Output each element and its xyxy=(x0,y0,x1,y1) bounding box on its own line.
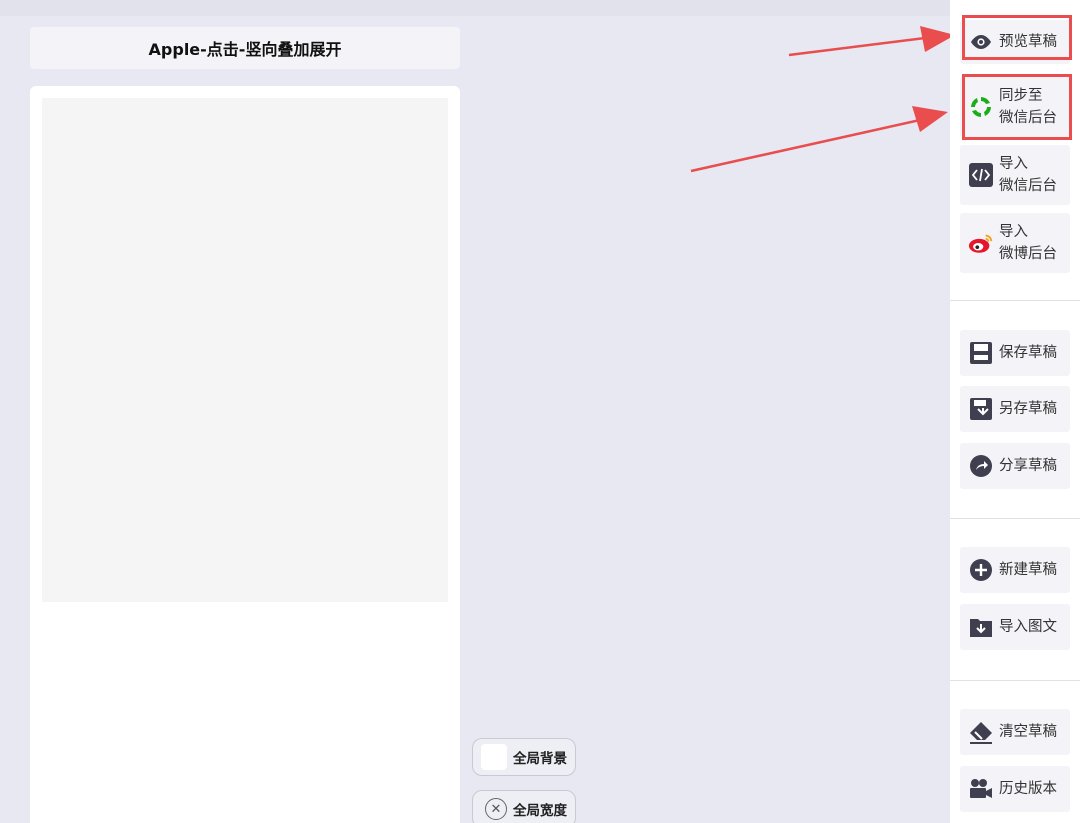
arrowhead-sync xyxy=(912,106,948,132)
save-as-draft-label: 另存草稿 xyxy=(999,401,1057,417)
import-wechat-line2: 微信后台 xyxy=(999,178,1057,194)
new-draft-button[interactable]: 新建草稿 xyxy=(960,547,1070,593)
highlight-box-preview xyxy=(962,15,1072,60)
sidebar-divider xyxy=(950,300,1080,301)
import-weibo-button[interactable]: 导入 微博后台 xyxy=(960,213,1070,273)
arrow-line-preview xyxy=(788,36,926,57)
import-weibo-line2: 微博后台 xyxy=(999,246,1057,262)
import-wechat-line1: 导入 xyxy=(999,156,1028,172)
import-wechat-button[interactable]: 导入 微信后台 xyxy=(960,145,1070,205)
save-as-icon xyxy=(968,396,994,422)
plus-circle-icon xyxy=(968,557,994,583)
clear-draft-button[interactable]: 清空草稿 xyxy=(960,709,1070,755)
import-article-label: 导入图文 xyxy=(999,619,1057,635)
share-icon xyxy=(968,453,994,479)
eraser-icon xyxy=(968,719,994,745)
history-version-button[interactable]: 历史版本 xyxy=(960,766,1070,812)
import-wechat-label: 导入 微信后台 xyxy=(999,153,1057,197)
arrow-line-sync xyxy=(690,118,921,173)
folder-download-icon xyxy=(968,614,994,640)
annotation-arrows xyxy=(690,26,955,173)
new-draft-label: 新建草稿 xyxy=(999,562,1057,578)
clear-draft-label: 清空草稿 xyxy=(999,724,1057,740)
share-draft-label: 分享草稿 xyxy=(999,458,1057,474)
import-weibo-label: 导入 微博后台 xyxy=(999,221,1057,265)
sidebar-divider xyxy=(950,680,1080,681)
code-icon xyxy=(968,162,994,188)
history-version-label: 历史版本 xyxy=(999,781,1057,797)
import-weibo-line1: 导入 xyxy=(999,224,1028,240)
right-sidebar: 预览草稿 同步至 微信后台 导入 微信后台 导入 微博后台 保存草稿 另存草稿 … xyxy=(950,0,1080,823)
highlight-box-sync xyxy=(962,74,1072,140)
save-draft-button[interactable]: 保存草稿 xyxy=(960,330,1070,376)
save-icon xyxy=(968,340,994,366)
save-draft-label: 保存草稿 xyxy=(999,345,1057,361)
share-draft-button[interactable]: 分享草稿 xyxy=(960,443,1070,489)
sidebar-divider xyxy=(950,518,1080,519)
save-as-draft-button[interactable]: 另存草稿 xyxy=(960,386,1070,432)
video-camera-icon xyxy=(968,776,994,802)
import-article-button[interactable]: 导入图文 xyxy=(960,604,1070,650)
weibo-icon xyxy=(968,230,994,256)
